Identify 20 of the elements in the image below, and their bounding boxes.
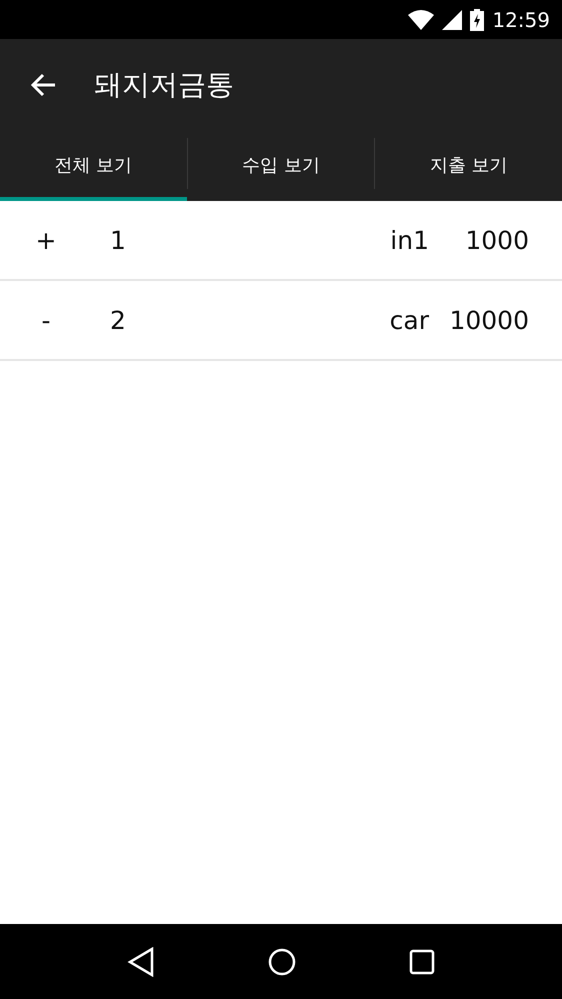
entry-amount: 10000 xyxy=(448,306,529,334)
entry-number: 1 xyxy=(109,226,127,254)
battery-icon xyxy=(470,8,484,30)
signal-icon xyxy=(442,10,462,30)
entry-amount: 1000 xyxy=(464,226,529,254)
entry-number: 2 xyxy=(109,306,127,334)
app-title: 돼지저금통 xyxy=(94,66,234,102)
entry-name: car xyxy=(388,306,429,334)
entry-name: in1 xyxy=(389,226,429,254)
back-arrow-icon[interactable] xyxy=(30,72,56,96)
sign-text: + xyxy=(34,226,58,254)
tab[interactable]: 수입 보기 xyxy=(188,130,374,201)
tab[interactable]: 전체 보기 xyxy=(0,130,187,201)
tab[interactable]: 지출 보기 xyxy=(375,130,562,201)
wifi-icon xyxy=(408,10,434,30)
sign-text: - xyxy=(40,306,52,334)
home-icon[interactable] xyxy=(268,948,296,976)
status-time: 12:59 xyxy=(492,8,550,32)
back-icon[interactable] xyxy=(126,946,155,976)
recents-icon[interactable] xyxy=(409,948,436,974)
